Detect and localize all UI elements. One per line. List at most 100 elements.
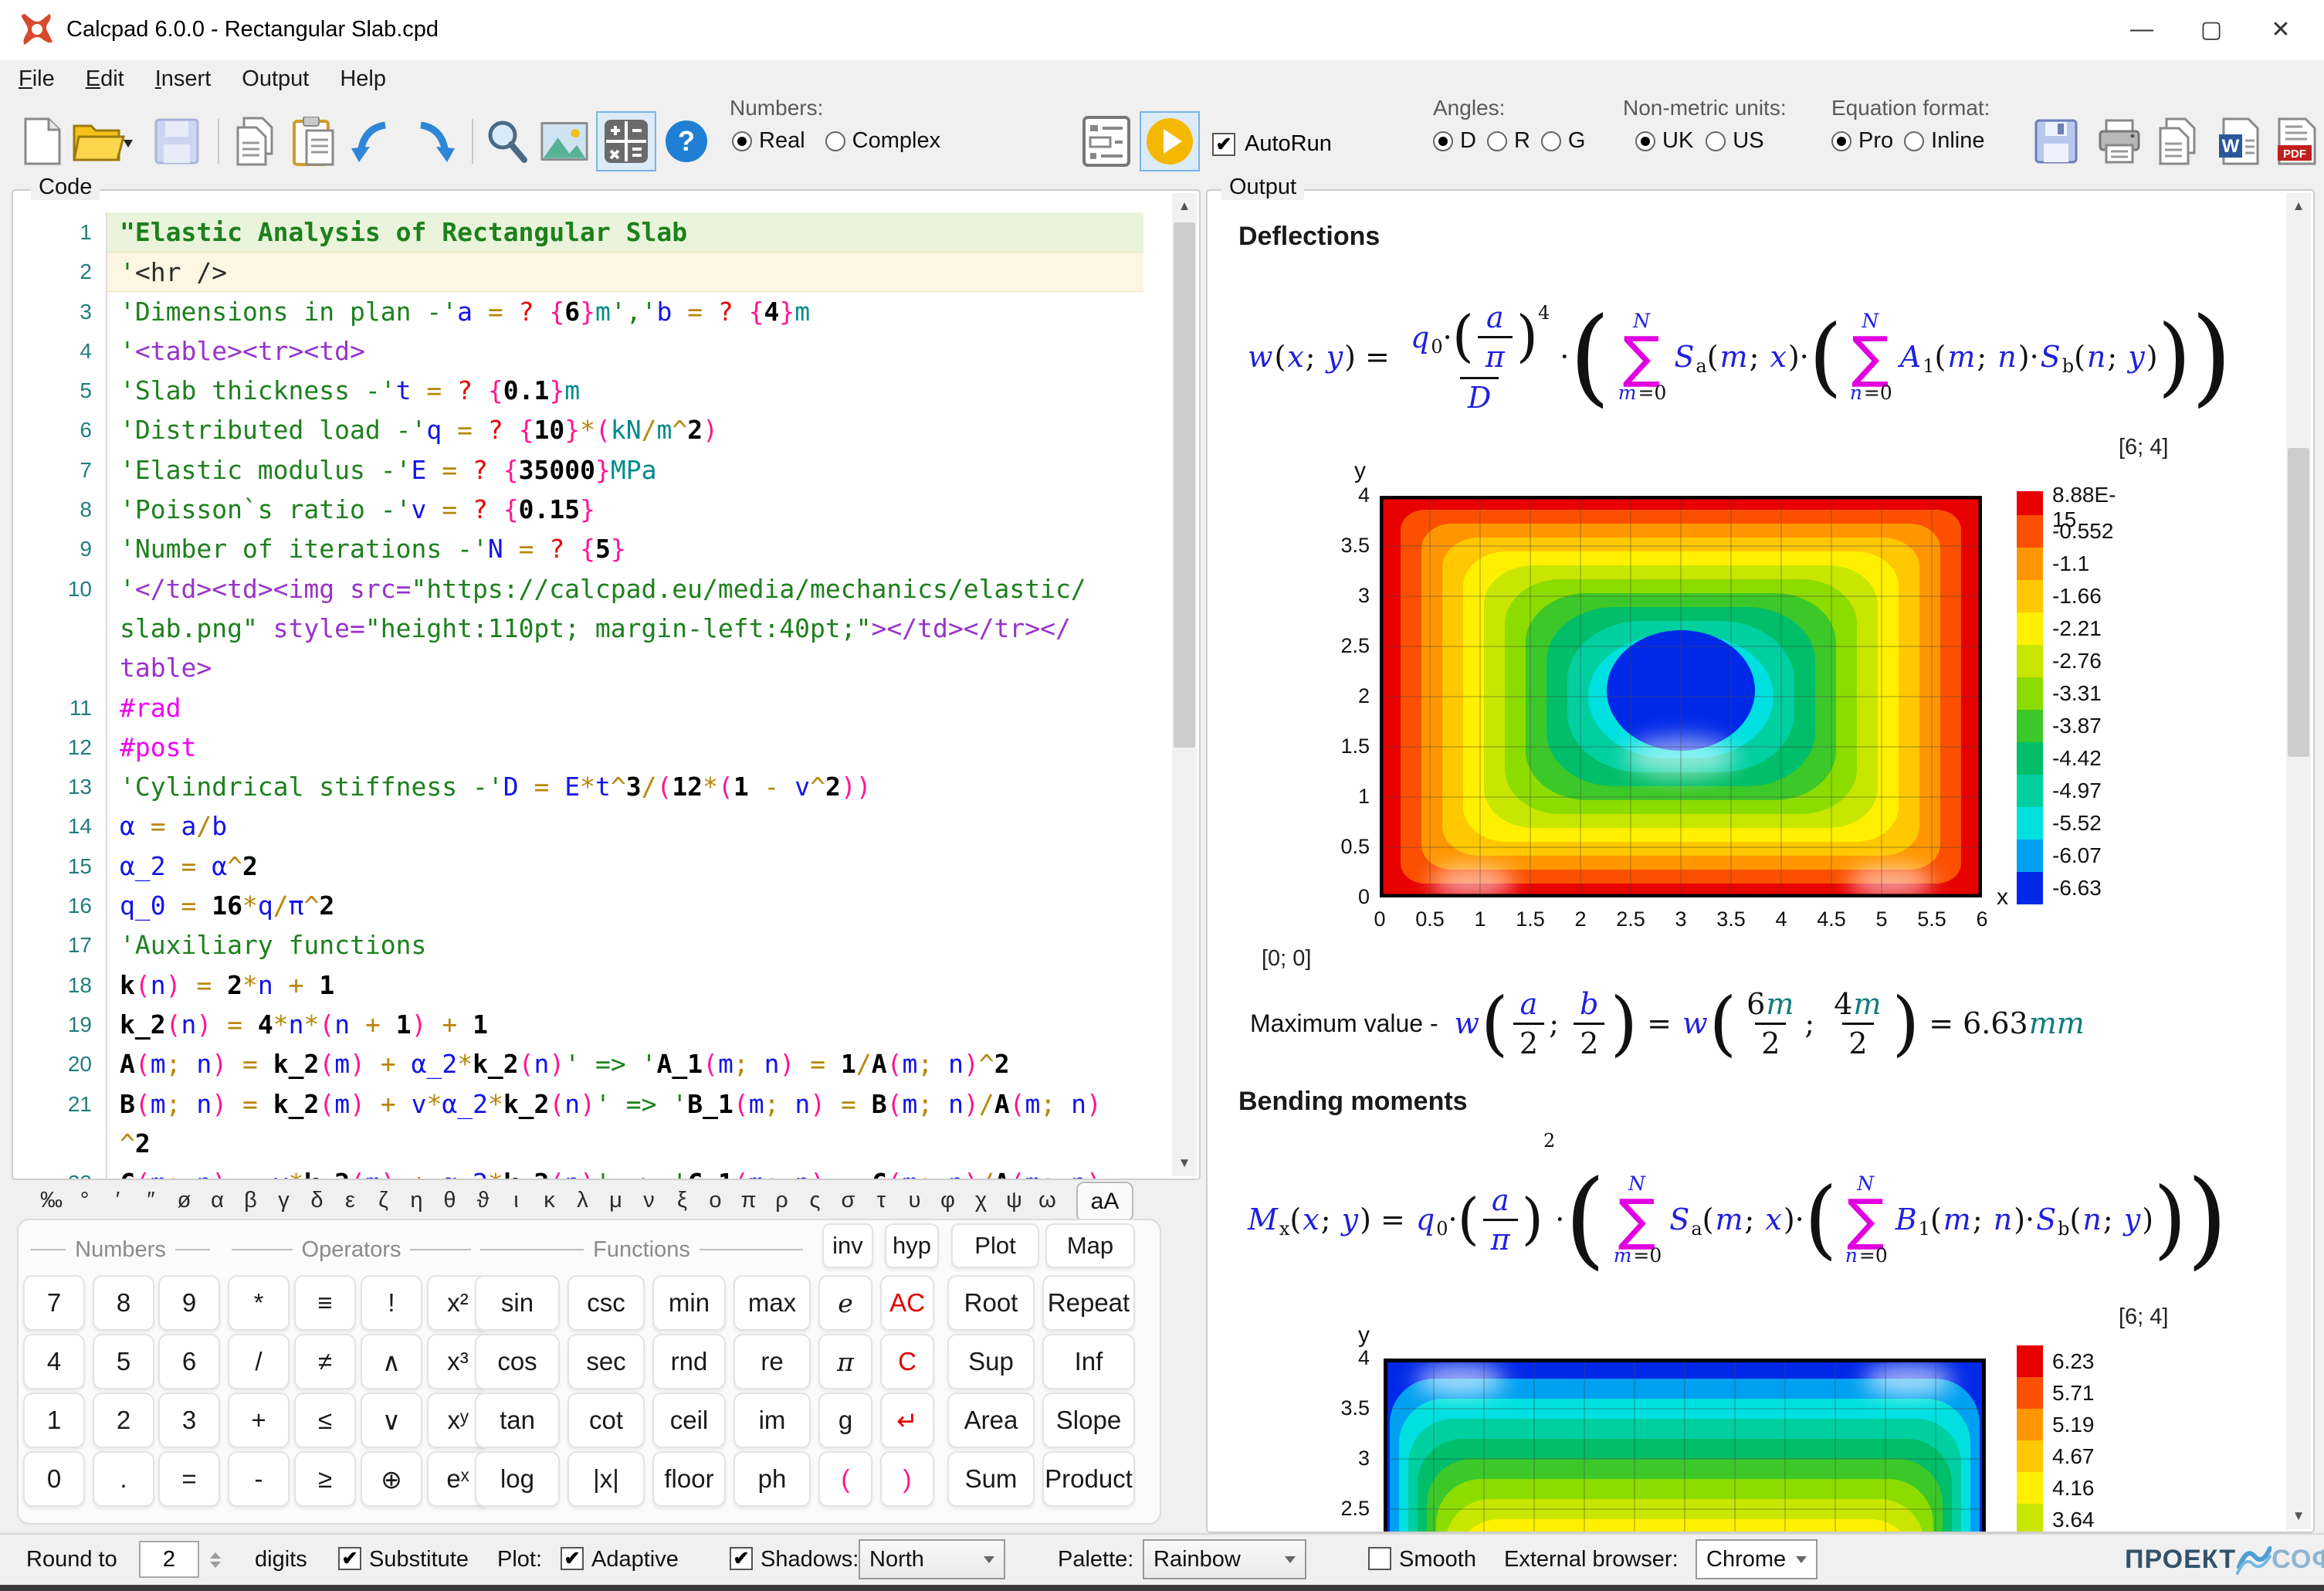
code-line[interactable]: 13'Cylindrical stiffness -'D = E*t^3/(12… bbox=[13, 767, 1164, 806]
round-digits-input[interactable]: 2 bbox=[139, 1541, 199, 1578]
greek-char-sym[interactable]: ε bbox=[334, 1188, 367, 1213]
key-sym[interactable]: - bbox=[228, 1451, 290, 1507]
browser-select[interactable]: Chrome bbox=[1696, 1539, 1818, 1579]
open-file-button[interactable] bbox=[73, 116, 133, 167]
key-product[interactable]: Product bbox=[1042, 1451, 1135, 1507]
greek-char-sym[interactable]: θ bbox=[433, 1188, 466, 1213]
code-line[interactable]: 18k(n) = 2*n + 1 bbox=[13, 965, 1164, 1005]
shadows-direction-select[interactable]: North bbox=[859, 1539, 1005, 1579]
key-sym[interactable]: + bbox=[228, 1393, 290, 1448]
code-line[interactable]: ^2 bbox=[13, 1124, 1164, 1163]
scroll-down-icon[interactable]: ▼ bbox=[2286, 1503, 2311, 1529]
greek-char-sym[interactable]: τ bbox=[865, 1188, 898, 1213]
key-sym[interactable]: π bbox=[818, 1334, 872, 1389]
key-0[interactable]: 0 bbox=[23, 1451, 85, 1507]
radio-uk[interactable]: UK bbox=[1635, 128, 1693, 154]
code-line[interactable]: table> bbox=[13, 648, 1164, 687]
greek-char-sym[interactable]: γ bbox=[267, 1188, 300, 1213]
key-cos[interactable]: cos bbox=[475, 1334, 560, 1389]
key-sym[interactable]: ≠ bbox=[294, 1334, 356, 1389]
radio-inline[interactable]: Inline bbox=[1904, 128, 1984, 154]
key-sym[interactable]: = bbox=[158, 1451, 220, 1507]
adaptive-checkbox[interactable] bbox=[561, 1547, 584, 1570]
code-line[interactable]: 6'Distributed load -'q = ? {10}*(kN/m^2) bbox=[13, 410, 1164, 449]
code-line[interactable]: 8'Poisson`s ratio -'v = ? {0.15} bbox=[13, 490, 1164, 529]
key-sym[interactable]: ≡ bbox=[294, 1275, 356, 1331]
key-sec[interactable]: sec bbox=[567, 1334, 645, 1389]
greek-char-sym[interactable]: η bbox=[400, 1188, 433, 1213]
key-6[interactable]: 6 bbox=[158, 1334, 220, 1389]
key-7[interactable]: 7 bbox=[23, 1275, 85, 1331]
key-sym[interactable]: ↵ bbox=[880, 1393, 934, 1448]
run-button-selected[interactable] bbox=[1140, 111, 1200, 171]
substitute-checkbox[interactable] bbox=[338, 1547, 361, 1570]
key-cot[interactable]: cot bbox=[567, 1393, 645, 1448]
key-repeat[interactable]: Repeat bbox=[1042, 1275, 1135, 1331]
code-line[interactable]: 17'Auxiliary functions bbox=[13, 925, 1164, 965]
radio-pro[interactable]: Pro bbox=[1831, 128, 1893, 154]
radio-r[interactable]: R bbox=[1487, 128, 1530, 154]
key-map[interactable]: Map bbox=[1045, 1223, 1135, 1268]
calculator-toggle-selected[interactable] bbox=[596, 111, 656, 171]
greek-char-sym[interactable]: σ bbox=[832, 1188, 865, 1213]
key-tan[interactable]: tan bbox=[475, 1393, 560, 1448]
key-ph[interactable]: ph bbox=[733, 1451, 811, 1507]
key-1[interactable]: 1 bbox=[23, 1393, 85, 1448]
autorun-checkbox[interactable] bbox=[1212, 133, 1235, 156]
greek-char-sym[interactable]: υ bbox=[898, 1188, 931, 1213]
key-inf[interactable]: Inf bbox=[1042, 1334, 1135, 1389]
greek-char-sym[interactable]: δ bbox=[300, 1188, 334, 1213]
radio-us[interactable]: US bbox=[1706, 128, 1763, 154]
case-toggle-button[interactable]: aA bbox=[1076, 1182, 1133, 1222]
greek-char-o[interactable]: o bbox=[699, 1188, 732, 1213]
new-file-button[interactable] bbox=[19, 116, 66, 167]
key-9[interactable]: 9 bbox=[158, 1275, 220, 1331]
scroll-up-icon[interactable]: ▲ bbox=[1172, 193, 1197, 219]
radio-g[interactable]: G bbox=[1541, 128, 1586, 154]
key-max[interactable]: max bbox=[733, 1275, 811, 1331]
key-g[interactable]: g bbox=[818, 1393, 872, 1448]
code-line[interactable]: 4'<table><tr><td> bbox=[13, 331, 1164, 371]
code-line[interactable]: 9'Number of iterations -'N = ? {5} bbox=[13, 529, 1164, 568]
minimize-button[interactable]: — bbox=[2114, 8, 2170, 51]
scroll-down-icon[interactable]: ▼ bbox=[1172, 1150, 1197, 1176]
greek-char-sym[interactable]: ° bbox=[68, 1188, 101, 1213]
menu-file[interactable]: File bbox=[19, 66, 55, 92]
code-line[interactable]: 15α_2 = α^2 bbox=[13, 846, 1164, 886]
autorun-control[interactable]: AutoRun bbox=[1212, 131, 1332, 157]
save-output-button[interactable] bbox=[2032, 116, 2080, 167]
greek-char-sym[interactable]: ø bbox=[168, 1188, 201, 1213]
key-sym[interactable]: ⊕ bbox=[361, 1451, 422, 1507]
greek-char-sym[interactable]: φ bbox=[931, 1188, 964, 1213]
greek-char-sym[interactable]: ψ bbox=[998, 1188, 1031, 1213]
key-3[interactable]: 3 bbox=[158, 1393, 220, 1448]
round-digits-stepper[interactable] bbox=[202, 1542, 229, 1578]
key-8[interactable]: 8 bbox=[93, 1275, 154, 1331]
code-line[interactable]: 21B(m; n) = k_2(m) + v*α_2*k_2(n)' => 'B… bbox=[13, 1084, 1164, 1124]
key-e[interactable]: e bbox=[818, 1275, 872, 1331]
key-x[interactable]: |x| bbox=[567, 1451, 645, 1507]
greek-char-sym[interactable]: κ bbox=[533, 1188, 566, 1213]
key-log[interactable]: log bbox=[475, 1451, 560, 1507]
export-word-button[interactable]: W bbox=[2214, 116, 2262, 167]
key-sin[interactable]: sin bbox=[475, 1275, 560, 1331]
key-sup[interactable]: Sup bbox=[947, 1334, 1035, 1389]
code-line[interactable]: 11#rad bbox=[13, 688, 1164, 728]
code-line[interactable]: slab.png" style="height:110pt; margin-le… bbox=[13, 609, 1164, 648]
code-line[interactable]: 16q_0 = 16*q/π^2 bbox=[13, 886, 1164, 925]
greek-char-sym[interactable]: ′ bbox=[101, 1188, 134, 1213]
greek-char-sym[interactable]: ξ bbox=[666, 1188, 699, 1213]
key-ceil[interactable]: ceil bbox=[652, 1393, 726, 1448]
greek-char-sym[interactable]: ρ bbox=[765, 1188, 798, 1213]
key-5[interactable]: 5 bbox=[93, 1334, 154, 1389]
greek-char-sym[interactable]: ″ bbox=[134, 1188, 168, 1213]
key-sum[interactable]: Sum bbox=[947, 1451, 1035, 1507]
code-line[interactable]: 10'</td><td><img src="https://calcpad.eu… bbox=[13, 569, 1164, 609]
menu-help[interactable]: Help bbox=[340, 66, 386, 92]
greek-char-sym[interactable]: π bbox=[732, 1188, 765, 1213]
code-line[interactable]: 7'Elastic modulus -'E = ? {35000}MPa bbox=[13, 450, 1164, 490]
find-button[interactable] bbox=[482, 116, 530, 167]
greek-char-sym[interactable]: χ bbox=[964, 1188, 998, 1213]
key-sym[interactable]: ≥ bbox=[294, 1451, 356, 1507]
output-scrollbar[interactable]: ▲ ▼ bbox=[2286, 193, 2311, 1529]
